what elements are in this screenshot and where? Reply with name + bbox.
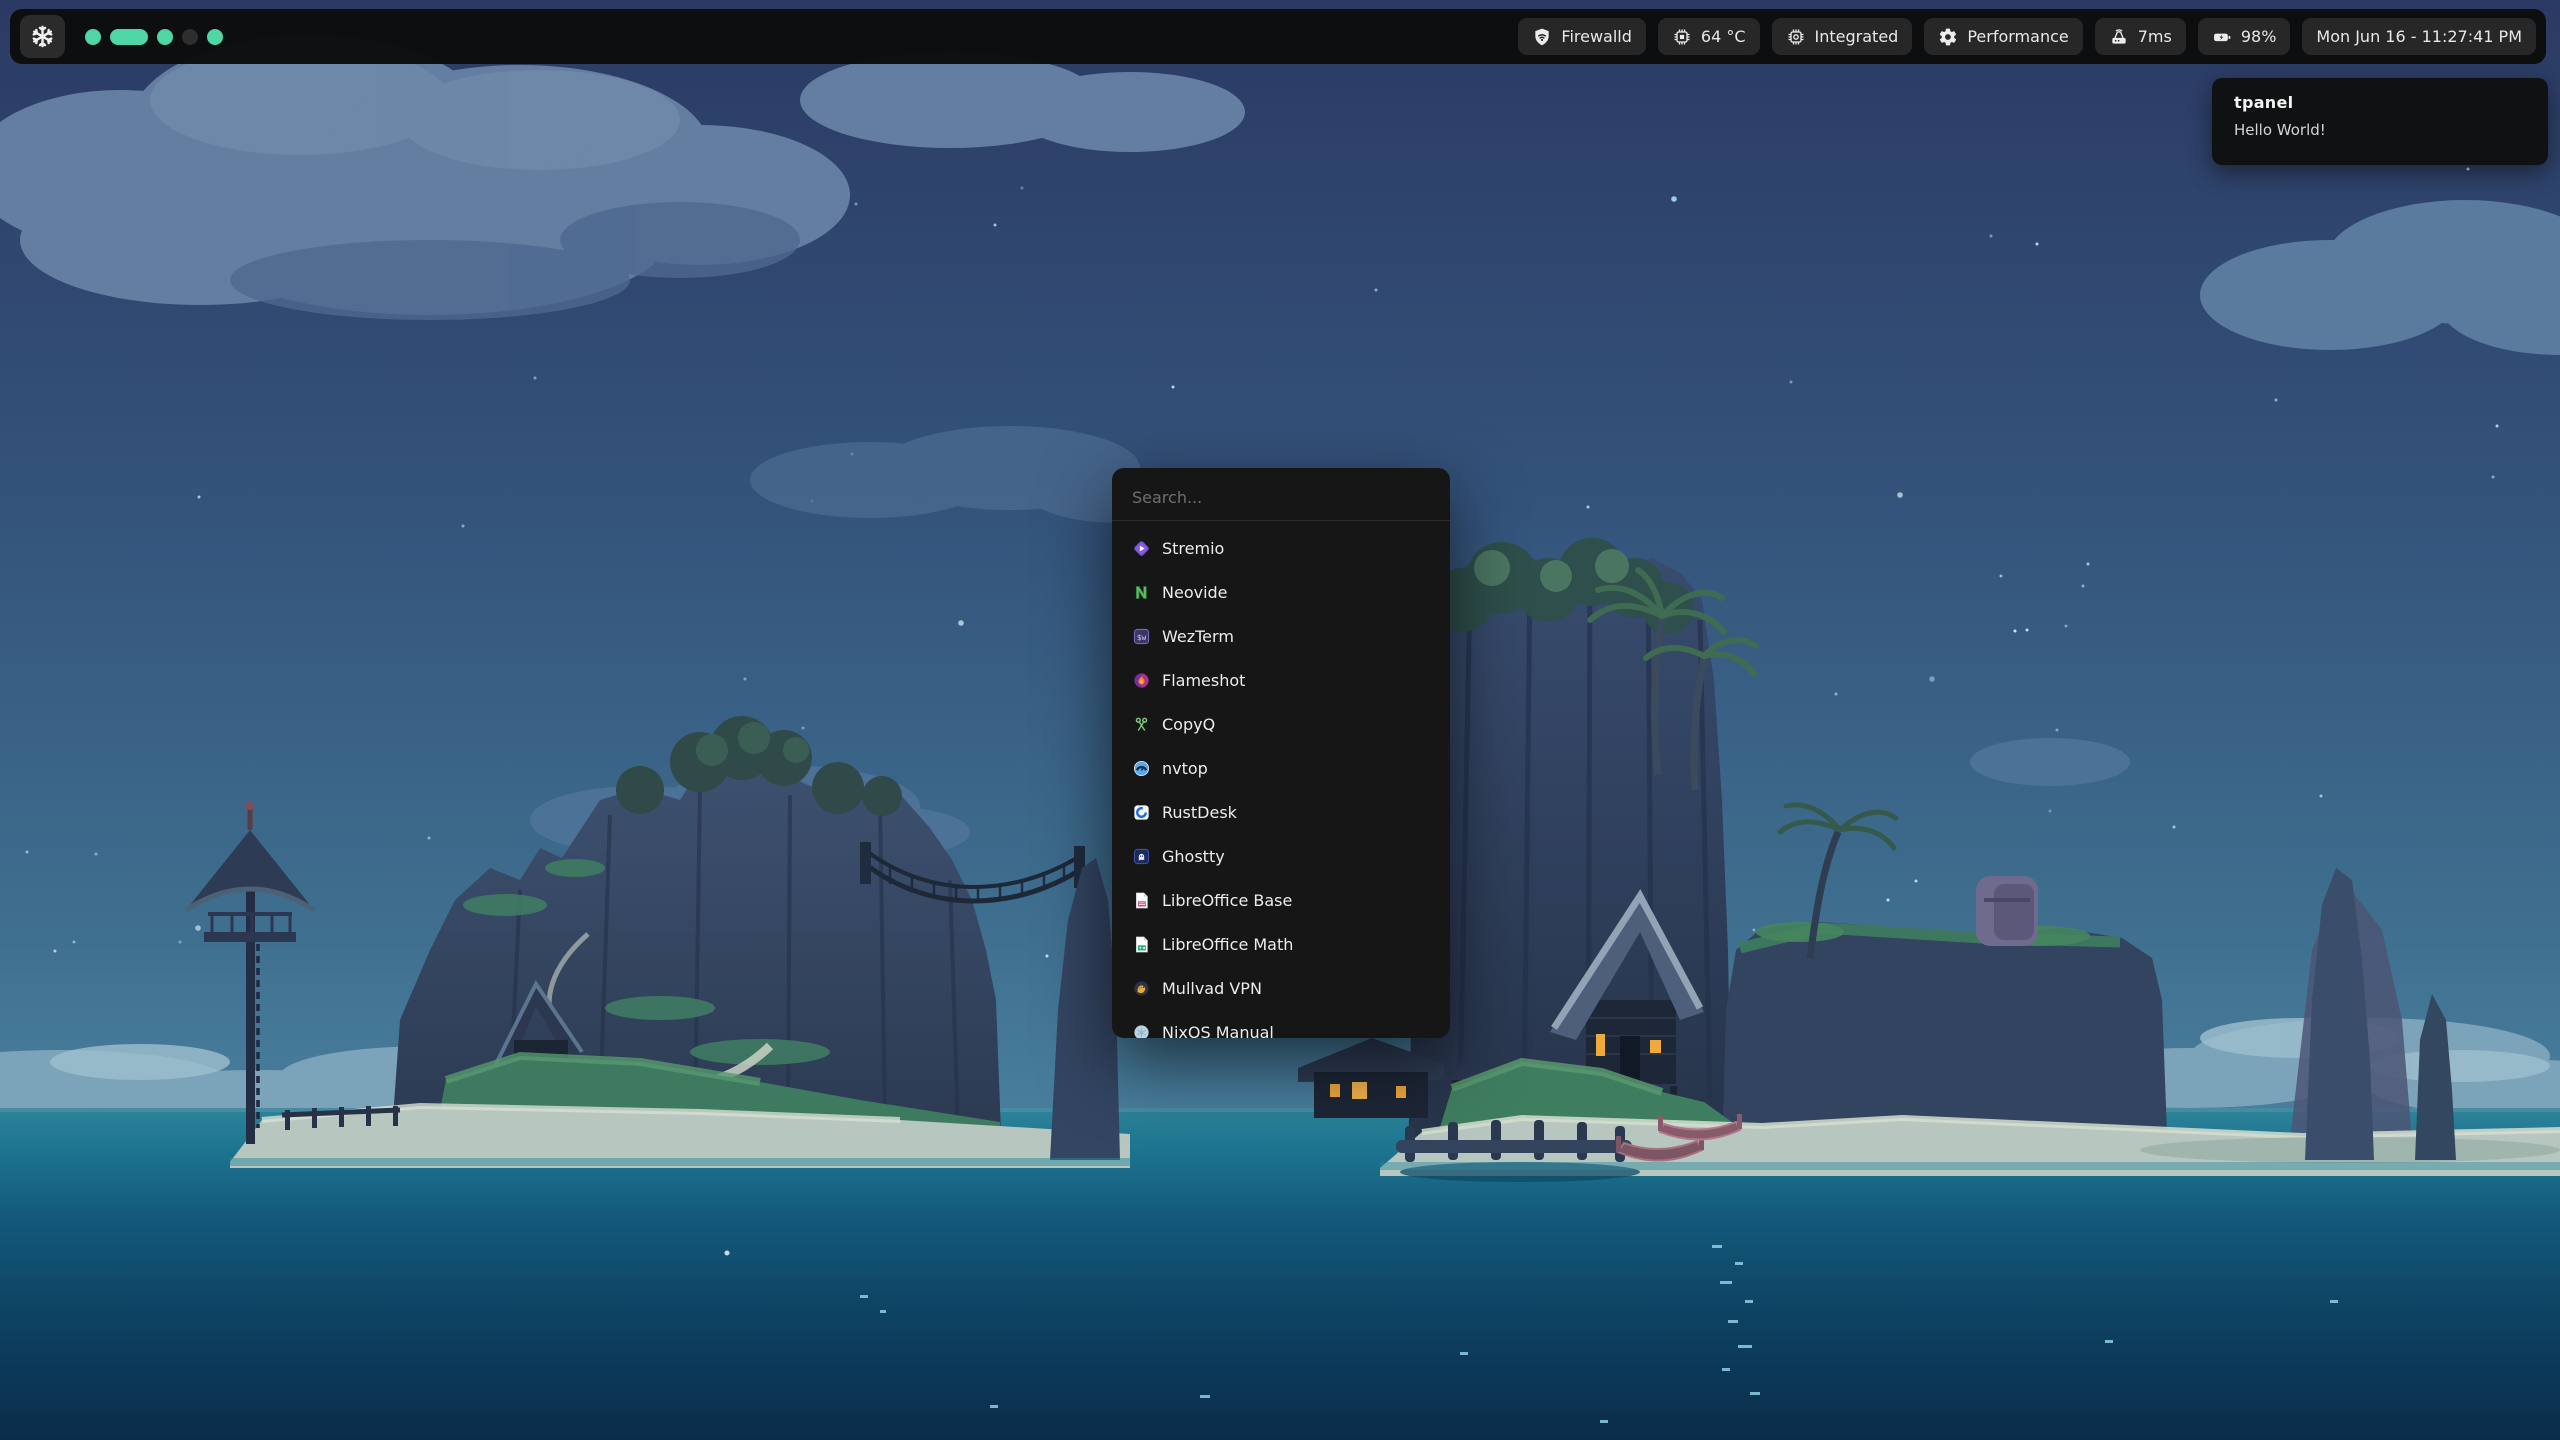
launcher-app-rustdesk[interactable]: RustDesk (1112, 790, 1450, 834)
top-panel: Firewalld 64 °C Integrated Performance 7ms 98… (10, 9, 2546, 64)
workspace-indicators (85, 29, 223, 45)
app-label: WezTerm (1162, 627, 1234, 646)
notification-toast[interactable]: tpanel Hello World! (2212, 78, 2548, 165)
module-label: Integrated (1815, 27, 1899, 46)
nvtop-icon (1132, 759, 1151, 778)
module-performance[interactable]: Performance (1924, 18, 2082, 55)
app-label: Mullvad VPN (1162, 979, 1262, 998)
ghostty-icon (1132, 847, 1151, 866)
router-icon (2109, 27, 2129, 47)
launcher-app-nvtop[interactable]: nvtop (1112, 746, 1450, 790)
app-label: Neovide (1162, 583, 1228, 602)
workspace-4[interactable] (182, 29, 198, 45)
module-label: Performance (1967, 27, 2068, 46)
search-input[interactable] (1112, 468, 1450, 520)
launcher-app-copyq[interactable]: CopyQ (1112, 702, 1450, 746)
mullvad-vpn-icon (1132, 979, 1151, 998)
app-label: Stremio (1162, 539, 1224, 558)
clock-module[interactable]: Mon Jun 16 - 11:27:41 PM (2302, 18, 2536, 55)
module-98[interactable]: 98% (2198, 18, 2291, 55)
launcher-logo-button[interactable] (20, 15, 65, 58)
app-launcher: Stremio Neovide $w WezTerm Flameshot CopyQ nvt… (1112, 468, 1450, 1038)
libreoffice-math-icon (1132, 935, 1151, 954)
workspace-2[interactable] (110, 29, 148, 45)
module-integrated[interactable]: Integrated (1772, 18, 1913, 55)
desktop: Firewalld 64 °C Integrated Performance 7ms 98… (0, 0, 2560, 1440)
nixos-snowflake-icon (29, 23, 56, 50)
gear-icon (1938, 27, 1958, 47)
workspace-3[interactable] (157, 29, 173, 45)
workspace-1[interactable] (85, 29, 101, 45)
app-label: RustDesk (1162, 803, 1237, 822)
battery-icon (2212, 27, 2232, 47)
workspace-5[interactable] (207, 29, 223, 45)
module-firewalld[interactable]: Firewalld (1518, 18, 1646, 55)
app-label: CopyQ (1162, 715, 1215, 734)
nixos-manual-icon (1132, 1023, 1151, 1039)
module-label: Firewalld (1561, 27, 1632, 46)
neovide-icon (1132, 583, 1151, 602)
gpu-chip-icon (1786, 27, 1806, 47)
libreoffice-base-icon (1132, 891, 1151, 910)
module-64-c[interactable]: 64 °C (1658, 18, 1760, 55)
module-label: 98% (2241, 27, 2277, 46)
app-label: NixOS Manual (1162, 1023, 1274, 1039)
launcher-app-stremio[interactable]: Stremio (1112, 526, 1450, 570)
cpu-chip-icon (1672, 27, 1692, 47)
status-modules: Firewalld 64 °C Integrated Performance 7ms 98… (1518, 18, 2290, 55)
app-list: Stremio Neovide $w WezTerm Flameshot CopyQ nvt… (1112, 521, 1450, 1038)
notification-title: tpanel (2234, 93, 2526, 112)
copyq-icon (1132, 715, 1151, 734)
svg-text:$w: $w (1137, 633, 1147, 642)
app-label: nvtop (1162, 759, 1208, 778)
launcher-app-ghostty[interactable]: Ghostty (1112, 834, 1450, 878)
module-7ms[interactable]: 7ms (2095, 18, 2186, 55)
launcher-app-neovide[interactable]: Neovide (1112, 570, 1450, 614)
launcher-app-mullvad-vpn[interactable]: Mullvad VPN (1112, 966, 1450, 1010)
launcher-app-libreoffice-math[interactable]: LibreOffice Math (1112, 922, 1450, 966)
launcher-app-flameshot[interactable]: Flameshot (1112, 658, 1450, 702)
launcher-app-nixos-manual[interactable]: NixOS Manual (1112, 1010, 1450, 1038)
notification-body: Hello World! (2234, 121, 2526, 139)
app-label: Flameshot (1162, 671, 1245, 690)
shield-wifi-icon (1532, 27, 1552, 47)
module-label: 7ms (2138, 27, 2172, 46)
flameshot-icon (1132, 671, 1151, 690)
rustdesk-icon (1132, 803, 1151, 822)
launcher-app-libreoffice-base[interactable]: LibreOffice Base (1112, 878, 1450, 922)
module-label: 64 °C (1701, 27, 1746, 46)
wezterm-icon: $w (1132, 627, 1151, 646)
app-label: LibreOffice Math (1162, 935, 1293, 954)
launcher-app-wezterm[interactable]: $w WezTerm (1112, 614, 1450, 658)
app-label: LibreOffice Base (1162, 891, 1292, 910)
stremio-icon (1132, 539, 1151, 558)
app-label: Ghostty (1162, 847, 1225, 866)
